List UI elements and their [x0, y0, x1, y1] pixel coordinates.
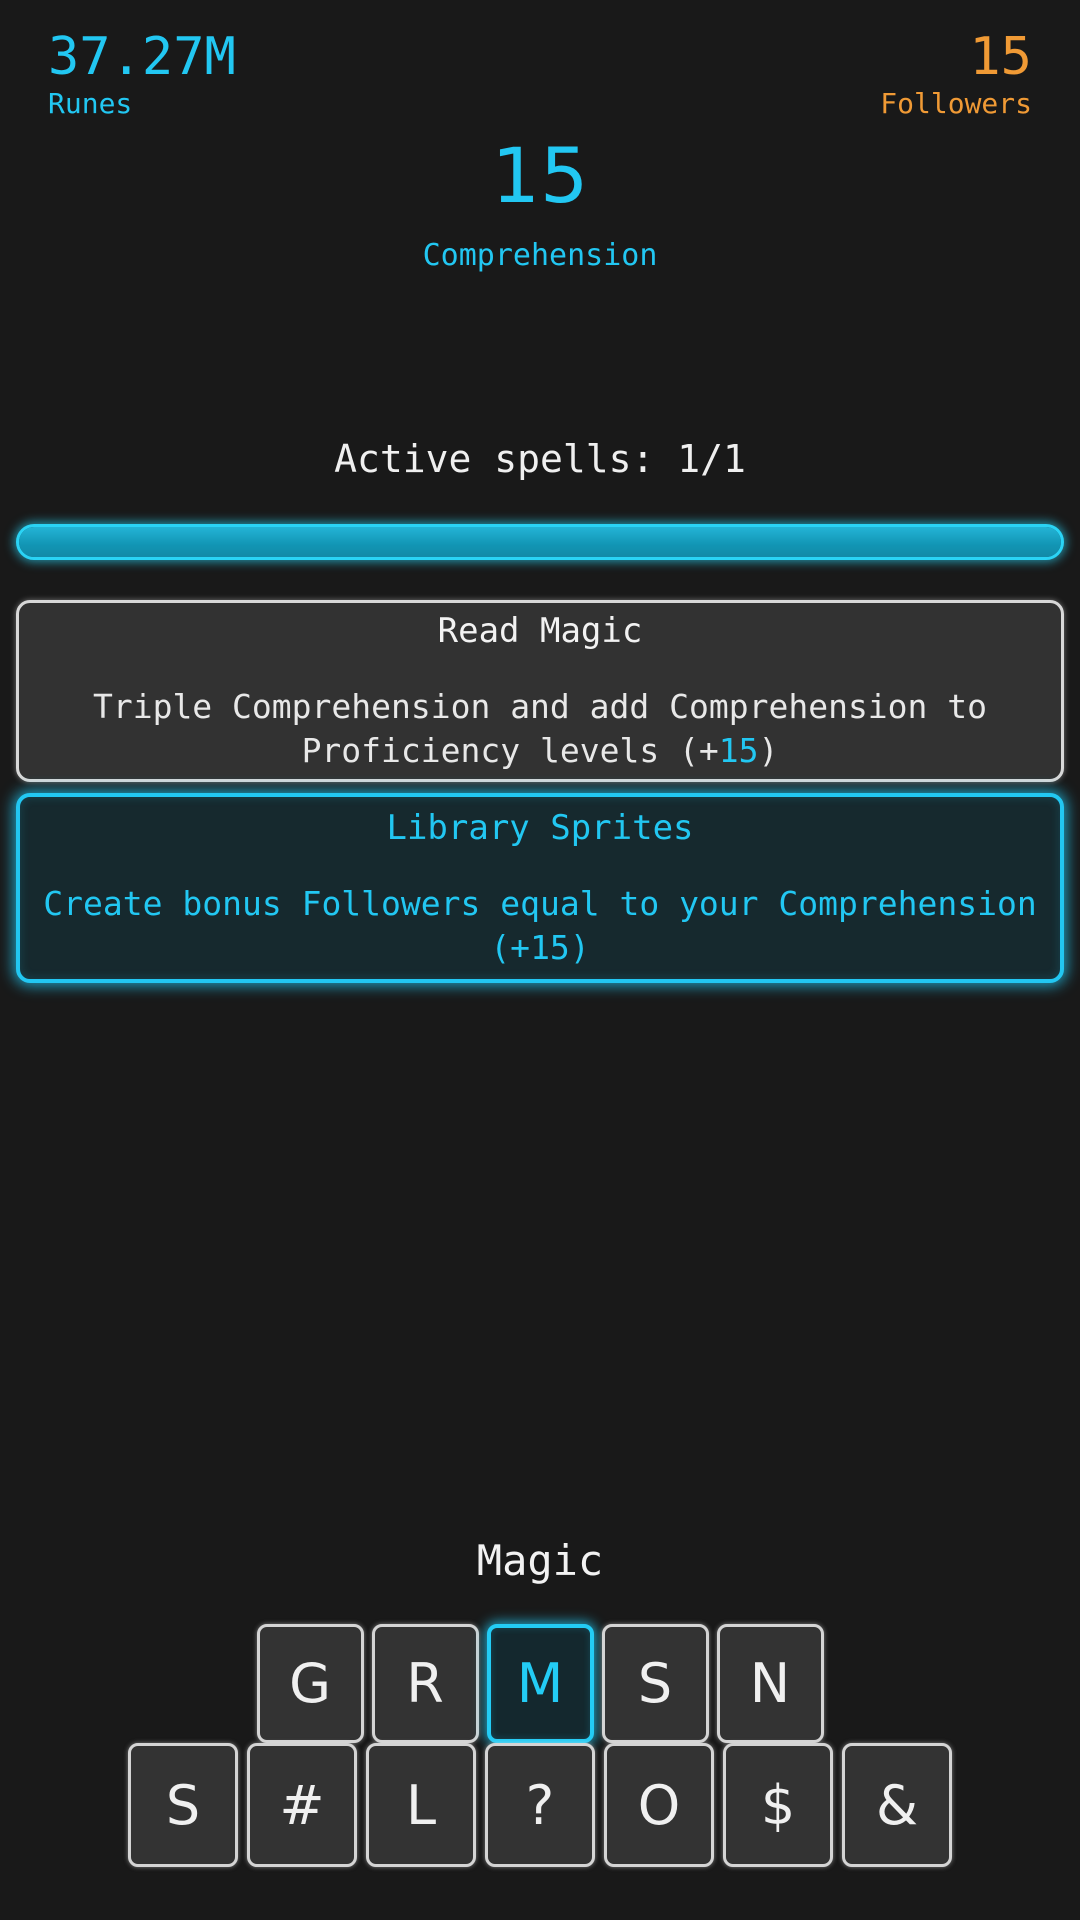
- keyboard-key-label: M: [516, 1652, 564, 1715]
- keyboard-key-&[interactable]: &: [842, 1743, 952, 1867]
- keyboard-key-label: S: [637, 1652, 673, 1715]
- keyboard-row-2: S # L? O $ &: [0, 1743, 1080, 1867]
- keyboard-key-o[interactable]: O: [604, 1743, 714, 1867]
- keyboard-key-label: O: [637, 1773, 681, 1837]
- spell-card-library-sprites[interactable]: Library Sprites Create bonus Followers e…: [16, 793, 1064, 983]
- keyboard-key-s[interactable]: S: [128, 1743, 238, 1867]
- spell-desc-suffix: ): [758, 731, 779, 770]
- keyboard-category-title: Magic: [476, 1536, 604, 1585]
- active-spells-counter: Active spells: 1/1: [334, 437, 746, 481]
- keyboard-key-n[interactable]: N: [716, 1624, 824, 1743]
- keyboard-key-label: G: [289, 1652, 331, 1715]
- keyboard-key-r[interactable]: R: [371, 1624, 479, 1743]
- spell-desc-highlight: 15: [530, 928, 570, 967]
- keyboard-key-label: S: [165, 1773, 201, 1837]
- keyboard-key-#[interactable]: #: [247, 1743, 357, 1867]
- runes-label: Runes: [48, 87, 133, 120]
- runes-value: 37.27M: [48, 27, 236, 87]
- keyboard-key-label: #: [279, 1773, 325, 1837]
- keyboard-key-label: &: [875, 1773, 919, 1837]
- keyboard-key-$[interactable]: $: [723, 1743, 833, 1867]
- followers-label: Followers: [880, 87, 1032, 120]
- comprehension-label: Comprehension: [422, 238, 658, 273]
- spell-card-title: Library Sprites: [386, 808, 694, 848]
- keyboard-key-s[interactable]: S: [601, 1624, 709, 1743]
- keyboard-key-label: R: [406, 1652, 444, 1715]
- keyboard-key-label: $: [760, 1773, 796, 1837]
- followers-stat: 15 Followers: [880, 28, 1032, 122]
- followers-value: 15: [969, 27, 1032, 87]
- spell-card-description: Create bonus Followers equal to your Com…: [20, 882, 1060, 970]
- spell-progress-bar: [16, 524, 1064, 560]
- keyboard-key-label: N: [749, 1652, 791, 1715]
- comprehension-display: 15 Comprehension: [0, 130, 1080, 276]
- spell-card-title: Read Magic: [437, 611, 643, 651]
- keyboard-row-1: GRMSN: [0, 1624, 1080, 1743]
- runes-stat: 37.27M Runes: [48, 28, 236, 122]
- keyboard-key-?[interactable]: ?: [485, 1743, 595, 1867]
- keyboard-key-l[interactable]: L: [366, 1743, 476, 1867]
- keyboard-key-label: L: [405, 1773, 437, 1837]
- spell-desc-suffix: ): [569, 928, 590, 967]
- spell-card-description: Triple Comprehension and add Comprehensi…: [19, 685, 1061, 773]
- top-stats-bar: 37.27M Runes 15 Followers: [0, 0, 1080, 150]
- keyboard-key-g[interactable]: G: [256, 1624, 364, 1743]
- keyboard-key-label: ?: [525, 1773, 555, 1837]
- spell-desc-text: Triple Comprehension and add Comprehensi…: [92, 687, 988, 770]
- spell-card-read-magic[interactable]: Read Magic Triple Comprehension and add …: [16, 600, 1064, 782]
- spell-progress-fill: [19, 527, 1061, 557]
- comprehension-value: 15: [491, 131, 589, 220]
- spell-desc-highlight: 15: [718, 731, 759, 770]
- keyboard-key-m[interactable]: M: [486, 1624, 594, 1743]
